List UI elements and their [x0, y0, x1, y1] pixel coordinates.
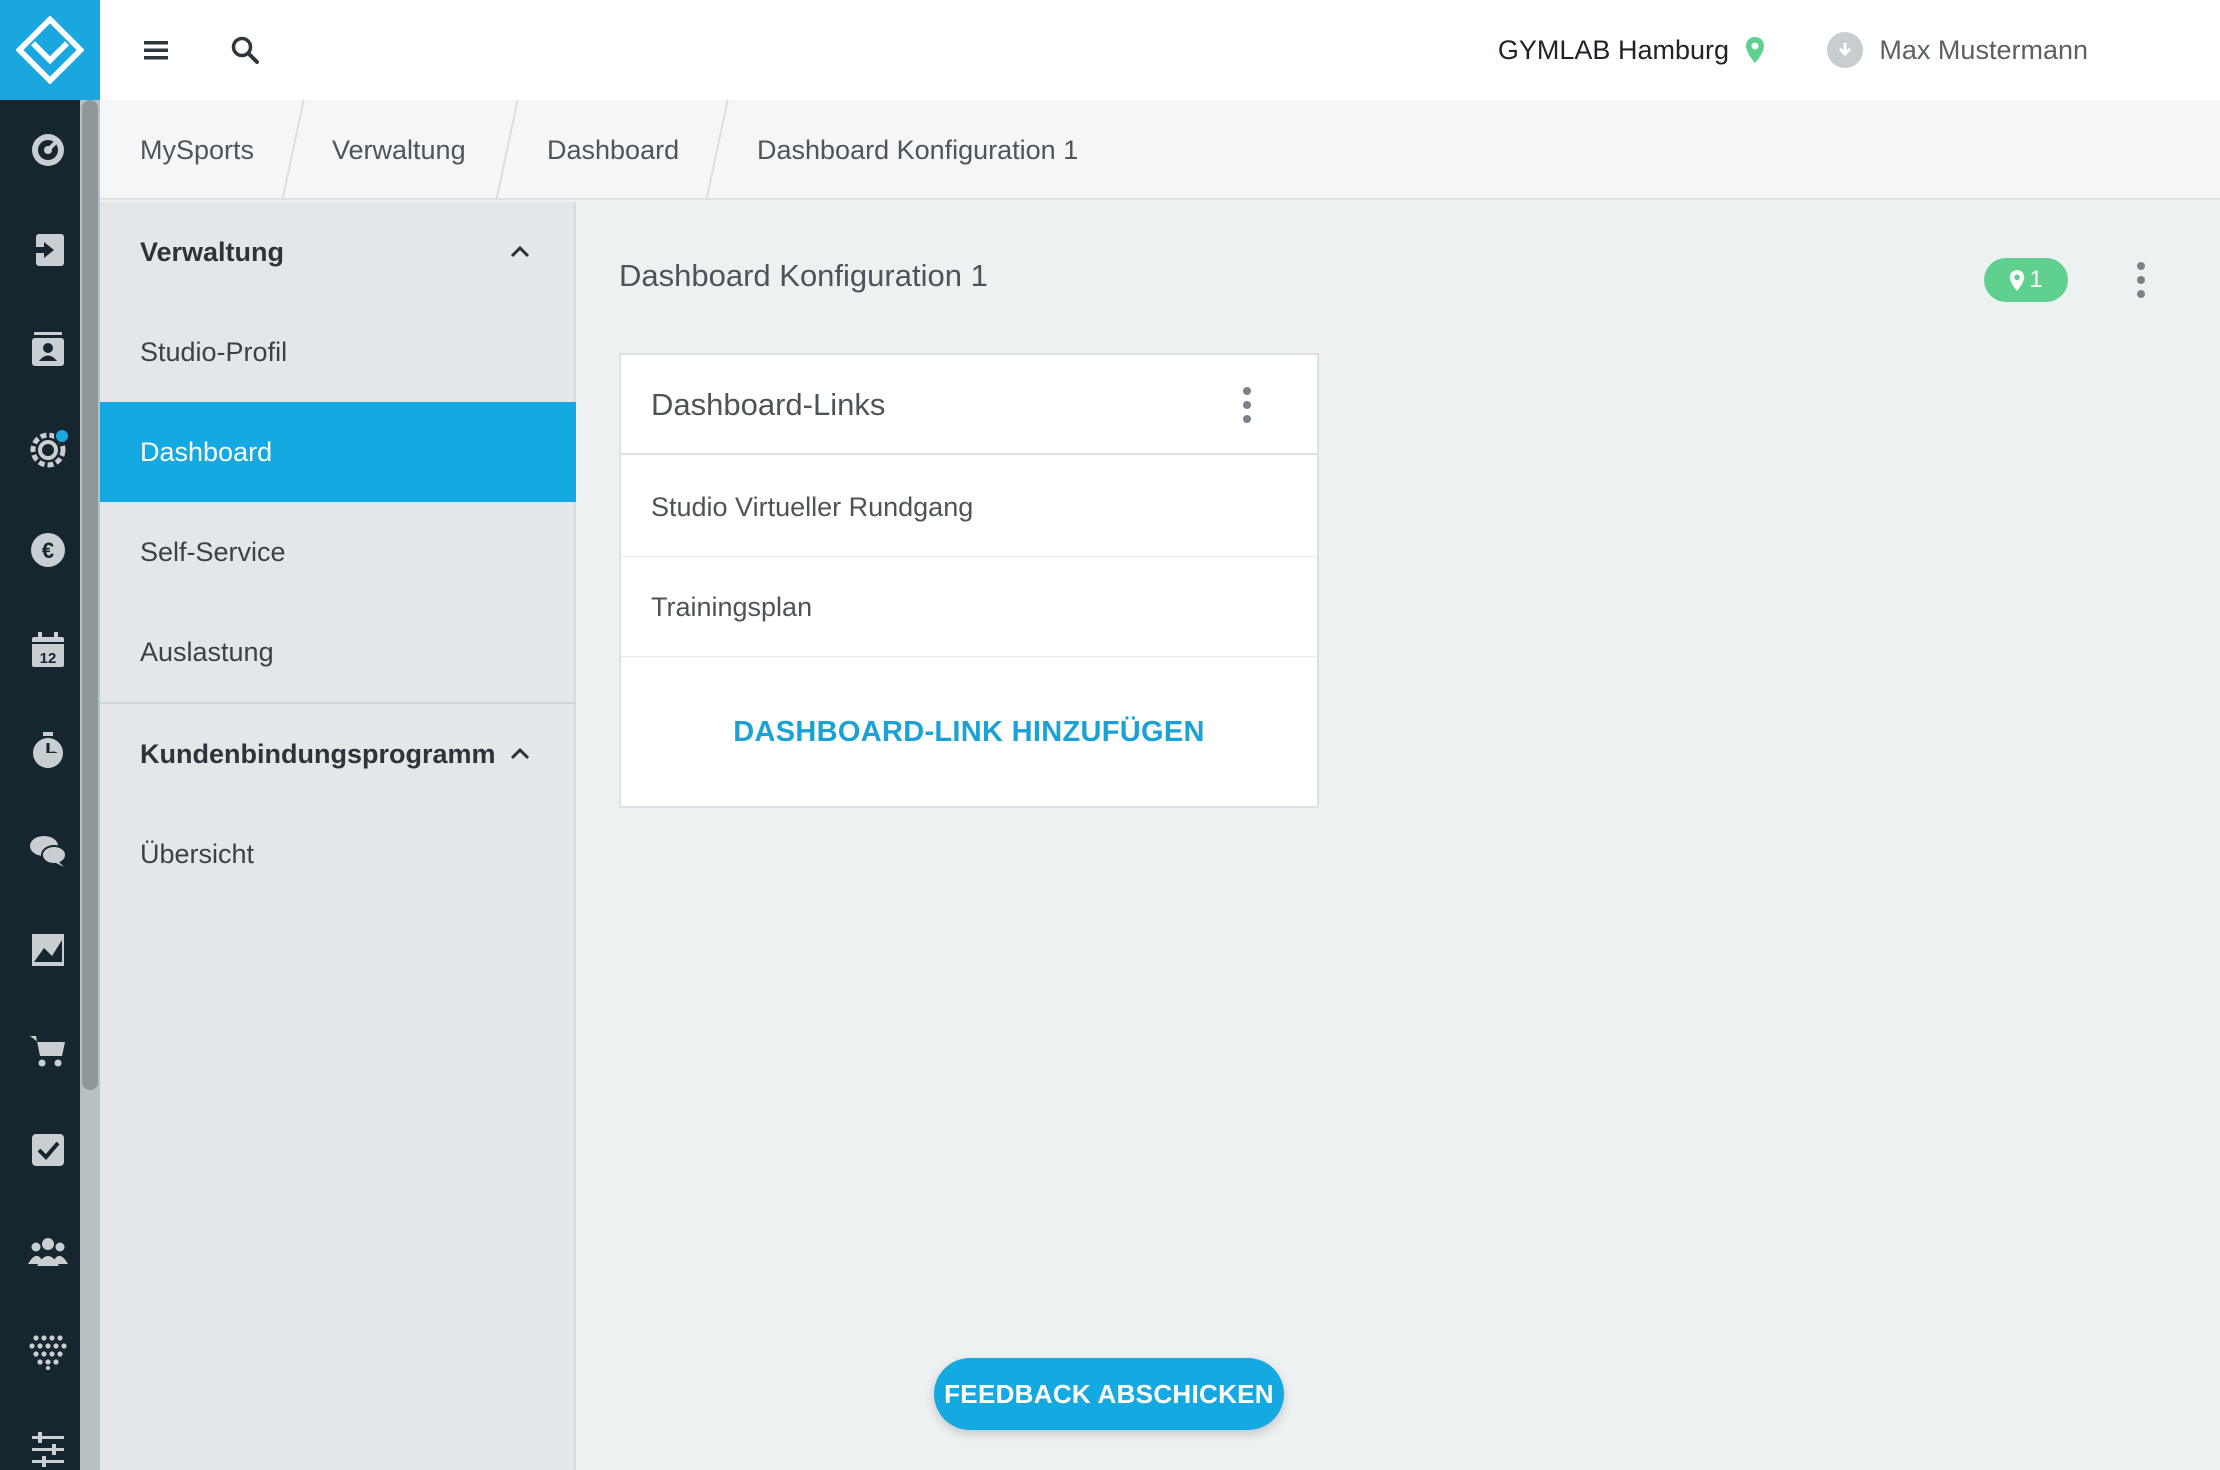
card-header: Dashboard-Links: [621, 355, 1317, 455]
shopping-cart-icon[interactable]: [24, 1026, 72, 1074]
list-item[interactable]: Studio Virtueller Rundgang: [621, 457, 1317, 557]
menu-toggle-button[interactable]: [132, 26, 180, 74]
app-rail: € 12: [0, 0, 100, 1470]
sliders-icon[interactable]: [24, 1426, 72, 1470]
page-more-menu-icon[interactable]: [2129, 258, 2153, 302]
download-icon[interactable]: [1827, 32, 1863, 68]
sidebar-item-auslastung[interactable]: Auslastung: [100, 602, 576, 702]
sidebar-item-label: Studio-Profil: [140, 336, 288, 367]
breadcrumb-item-mysports[interactable]: MySports: [140, 100, 254, 200]
search-icon: [231, 36, 259, 64]
brand-logo[interactable]: [0, 0, 100, 100]
rail-scroll-thumb[interactable]: [82, 100, 98, 1090]
user-menu[interactable]: Max Mustermann: [1879, 30, 2088, 70]
check-in-icon[interactable]: [24, 226, 72, 274]
sidebar-item-dashboard[interactable]: Dashboard: [100, 402, 576, 502]
studio-selector[interactable]: GYMLAB Hamburg: [1498, 30, 1765, 70]
breadcrumb-separator: [705, 100, 729, 200]
breadcrumb-separator: [495, 100, 519, 200]
settings-sidebar: Verwaltung Studio-Profil Dashboard Self-…: [100, 202, 576, 1470]
add-dashboard-link-button[interactable]: DASHBOARD-LINK HINZUFÜGEN: [621, 657, 1317, 807]
svg-text:€: €: [42, 538, 54, 563]
chat-icon[interactable]: [24, 826, 72, 874]
card-more-menu-icon[interactable]: [1235, 383, 1259, 427]
dashboard-links-card: Dashboard-Links Studio Virtueller Rundga…: [619, 353, 1319, 808]
stopwatch-icon[interactable]: [24, 726, 72, 774]
breadcrumb-item-current: Dashboard Konfiguration 1: [757, 135, 1079, 165]
sidebar-item-label: Auslastung: [140, 636, 274, 667]
settings-gear-icon[interactable]: [24, 426, 72, 474]
chevron-up-icon: [510, 245, 530, 258]
breadcrumb-item-dashboard[interactable]: Dashboard: [547, 100, 679, 200]
notification-dot: [54, 428, 70, 444]
euro-icon[interactable]: €: [24, 526, 72, 574]
sidebar-section-title: Verwaltung: [140, 236, 285, 267]
list-item[interactable]: Trainingsplan: [621, 557, 1317, 657]
breadcrumb: MySports Verwaltung Dashboard Dashboard …: [100, 100, 2220, 200]
dashboard-gauge-icon[interactable]: [24, 126, 72, 174]
location-pin-icon: [1746, 37, 1764, 63]
dots-grid-icon[interactable]: [24, 1326, 72, 1374]
sidebar-section-title: Kundenbindungsprogramm: [140, 738, 496, 769]
studio-name: GYMLAB Hamburg: [1497, 34, 1729, 65]
sidebar-item-uebersicht[interactable]: Übersicht: [100, 804, 576, 904]
member-card-icon[interactable]: [24, 326, 72, 374]
search-button[interactable]: [221, 26, 269, 74]
location-count-badge[interactable]: 1: [1984, 258, 2068, 302]
feedback-button[interactable]: FEEDBACK ABSCHICKEN: [934, 1358, 1284, 1430]
chevron-up-icon: [510, 747, 530, 760]
logo-mark-icon: [16, 16, 84, 84]
hamburger-icon: [144, 41, 168, 60]
sidebar-section-verwaltung[interactable]: Verwaltung: [100, 202, 576, 302]
page-title: Dashboard Konfiguration 1: [619, 258, 988, 293]
checkbox-icon[interactable]: [24, 1126, 72, 1174]
sidebar-item-studio-profil[interactable]: Studio-Profil: [100, 302, 576, 402]
card-title: Dashboard-Links: [651, 387, 886, 422]
top-bar: GYMLAB Hamburg Max Mustermann: [100, 0, 2220, 100]
sidebar-item-label: Dashboard: [140, 436, 273, 467]
group-icon[interactable]: [24, 1226, 72, 1274]
breadcrumb-separator: [281, 100, 305, 200]
sidebar-item-label: Übersicht: [140, 838, 255, 869]
sidebar-item-self-service[interactable]: Self-Service: [100, 502, 576, 602]
location-count: 1: [2029, 266, 2043, 293]
calendar-icon[interactable]: 12: [24, 626, 72, 674]
svg-text:12: 12: [40, 650, 57, 667]
sidebar-item-label: Self-Service: [140, 536, 286, 567]
sidebar-section-kundenbindungsprogramm[interactable]: Kundenbindungsprogramm: [100, 704, 576, 804]
location-pin-icon: [2010, 269, 2025, 291]
breadcrumb-item-verwaltung[interactable]: Verwaltung: [332, 100, 466, 200]
image-icon[interactable]: [24, 926, 72, 974]
